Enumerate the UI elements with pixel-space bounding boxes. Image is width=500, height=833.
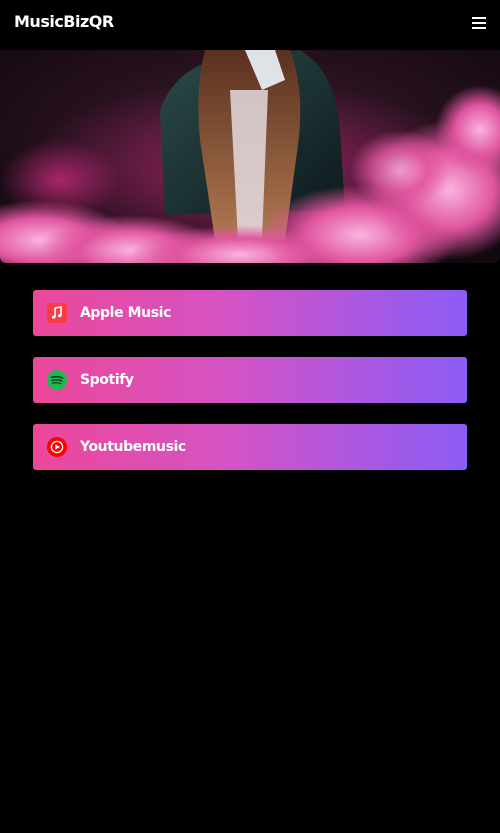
youtube-music-label: Youtubemusic [80, 439, 186, 455]
youtube-music-link-button[interactable]: Youtubemusic [33, 424, 467, 470]
youtube-music-icon [47, 437, 67, 457]
spotify-link-button[interactable]: Spotify [33, 357, 467, 403]
apple-music-link-button[interactable]: Apple Music [33, 290, 467, 336]
apple-music-icon [47, 303, 67, 323]
music-links: Apple Music Spotify Youtubemusic [33, 290, 467, 491]
hamburger-menu-icon[interactable] [472, 17, 486, 31]
spotify-label: Spotify [80, 372, 134, 388]
site-logo[interactable]: MusicBizQR [14, 12, 114, 31]
top-header: MusicBizQR [0, 0, 500, 50]
hero-image [0, 50, 500, 263]
hero-photo [0, 50, 500, 263]
spotify-icon [47, 370, 67, 390]
apple-music-label: Apple Music [80, 305, 171, 321]
